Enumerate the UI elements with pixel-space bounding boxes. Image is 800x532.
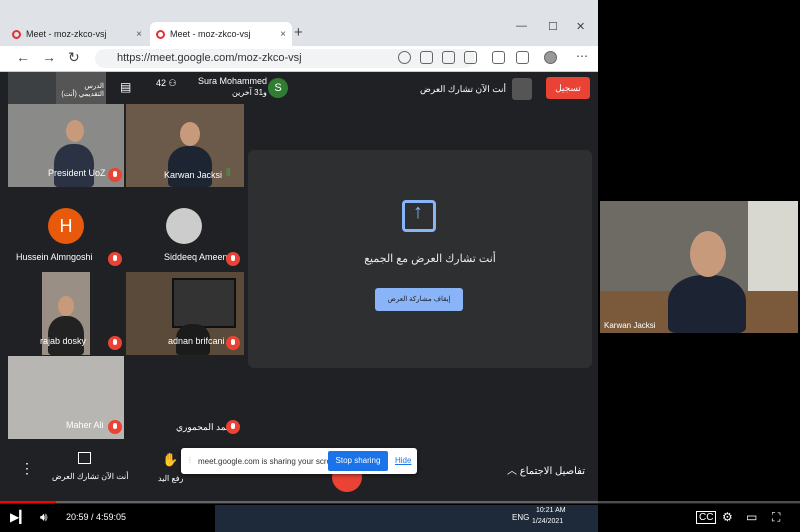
mic-muted-icon [108,420,122,434]
settings-gear-icon[interactable]: ⚙ [722,510,733,524]
top-participant-sub: و31 آخرين [232,88,267,97]
present-label[interactable]: أنت الآن تشارك العرض [52,472,129,481]
participants-count[interactable]: 42 ⚇ [156,78,177,89]
presenter-avatar [512,78,532,100]
fullscreen-icon[interactable]: ⛶ [772,510,780,525]
miniplayer-icon[interactable]: ▭ [746,510,757,524]
present-screen-icon [402,200,436,232]
participant-tile[interactable]: rajab dosky [8,272,124,355]
reading-mode-icon[interactable] [442,51,455,64]
hide-notice-link[interactable]: Hide [395,456,411,465]
presenter-mini-tile[interactable] [8,72,56,104]
url-field[interactable]: https://meet.google.com/moz-zkco-vsj [95,49,475,68]
recording-dot-icon [12,29,21,39]
tab-close-icon[interactable]: × [136,29,142,40]
collections-icon[interactable] [516,51,529,64]
taskbar-language: ENG [512,513,530,522]
stop-presenting-button[interactable]: إيقاف مشاركة العرض [375,288,463,311]
sharing-notice-text: meet.google.com is sharing your screen. [198,457,343,466]
play-icon[interactable]: ▶▎ [10,510,28,524]
mic-muted-icon [108,168,122,182]
browser-tab-1[interactable]: Meet - moz-zkco-vsj × [6,22,148,46]
participant-tile[interactable]: H Hussein Almngoshi [8,188,124,271]
favorites-icon[interactable] [492,51,505,64]
self-view-name: Karwan Jacksi [604,321,656,330]
recording-dot-icon [156,29,165,39]
raise-hand-icon[interactable]: ✋ [162,452,178,468]
participant-avatar: H [48,208,84,244]
mic-muted-icon [108,336,122,350]
presenter-self-view: Karwan Jacksi [600,201,798,333]
drag-handle-icon[interactable]: ⦙ [189,456,191,466]
mic-muted-icon [226,252,240,266]
self-mini-tile[interactable]: الدرس التقديمي (أنت) [56,72,106,104]
meeting-details-button[interactable]: ︿ تفاصيل الاجتماع [507,462,585,477]
mic-muted-icon [226,336,240,350]
participant-tile[interactable]: President UoZ [8,104,124,187]
new-tab-button[interactable]: + [294,24,303,41]
speaking-icon: ⦀ [226,168,231,179]
mic-muted-icon [226,420,240,434]
mic-muted-icon [108,252,122,266]
profile-avatar[interactable] [544,51,557,64]
share-status-text: أنت تشارك العرض مع الجميع [364,253,496,265]
bookmark-star-icon[interactable] [464,51,477,64]
tab-close-icon[interactable]: × [280,29,286,40]
tab-label: Meet - moz-zkco-vsj [170,29,251,39]
maximize-button[interactable]: ☐ [548,20,558,33]
browser-tab-2[interactable]: Meet - moz-zkco-vsj × [150,22,292,46]
participant-tile[interactable]: Maher Ali [8,356,124,439]
volume-icon[interactable]: 🔊︎ [40,510,48,525]
close-window-button[interactable]: ✕ [576,20,585,33]
participant-tile[interactable]: adnan brifcani [126,272,244,355]
video-time: 20:59 / 4:59:05 [66,512,127,522]
presenting-label: أنت الآن تشارك العرض [420,84,507,94]
participant-tile[interactable]: محمد المحموري [126,356,244,439]
record-button[interactable]: تسجيل [546,77,590,99]
top-participant-avatar: S [268,78,288,98]
taskbar-clock-date: 1/24/2021 [532,518,564,525]
forward-button[interactable]: → [42,49,56,65]
top-participant-name: Sura Mohammed [198,76,268,86]
participant-tile[interactable]: Karwan Jacksi ⦀ [126,104,244,187]
participant-tile[interactable]: Siddeeq Ameen [126,188,244,271]
stop-sharing-button[interactable]: Stop sharing [328,451,388,471]
raise-hand-label[interactable]: رفع اليد [158,474,183,483]
taskbar-clock-time: 10:21 AM [536,507,566,514]
captions-icon[interactable]: CC [696,511,717,524]
present-icon[interactable] [78,452,91,464]
more-options-icon[interactable]: ⋮ [20,460,34,477]
minimize-button[interactable]: — [516,20,527,32]
chat-icon[interactable]: ▤ [120,80,131,94]
camera-icon[interactable] [420,51,433,64]
mic-icon[interactable] [398,51,411,64]
tab-label: Meet - moz-zkco-vsj [26,29,107,39]
reload-button[interactable]: ↻ [68,49,80,66]
back-button[interactable]: ← [16,49,30,65]
more-menu-icon[interactable]: ⋯ [576,49,588,63]
participant-avatar [166,208,202,244]
